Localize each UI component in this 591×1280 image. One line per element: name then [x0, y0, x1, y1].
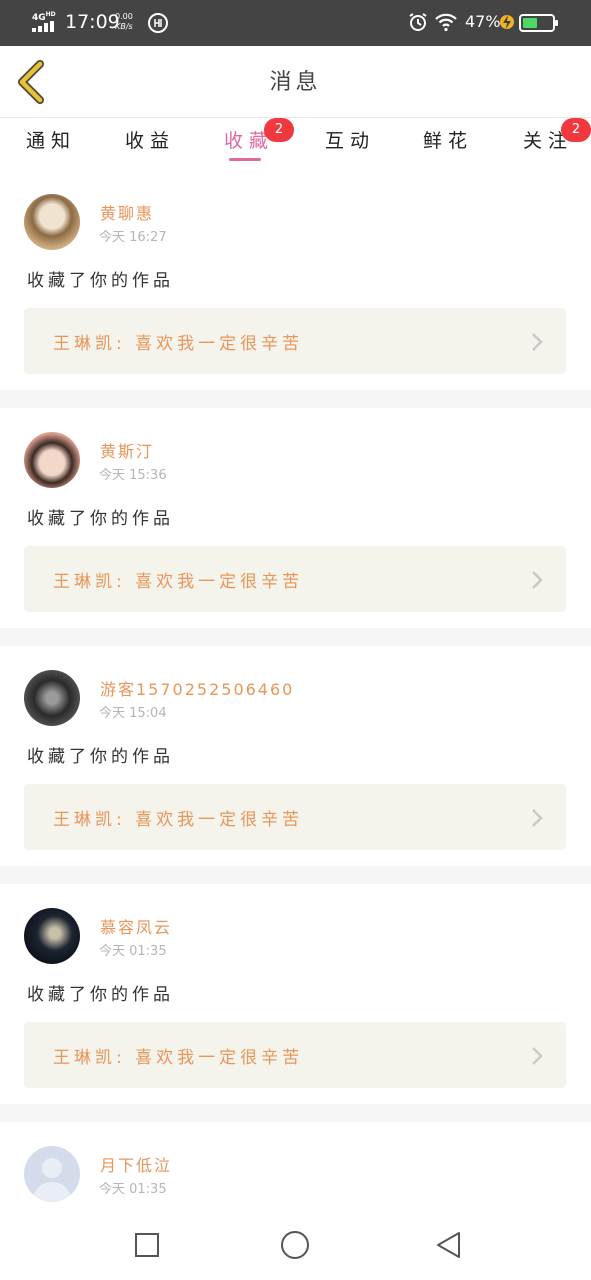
status-bar: 4GHD 17:09 0.00 KB/s 47%	[0, 0, 591, 46]
wifi-icon	[435, 13, 457, 32]
list-item: 黄聊惠 今天 16:27 收藏了你的作品 王琳凯: 喜欢我一定很辛苦	[0, 170, 591, 390]
list-item: 游客1570252506460 今天 15:04 收藏了你的作品 王琳凯: 喜欢…	[0, 646, 591, 866]
tab-follows[interactable]: 关注 2	[523, 118, 591, 153]
recent-apps-icon[interactable]	[132, 1230, 162, 1260]
user-name[interactable]: 黄斯汀	[100, 438, 154, 462]
default-avatar-icon[interactable]	[24, 1146, 80, 1202]
avatar[interactable]	[24, 432, 80, 488]
avatar[interactable]	[24, 908, 80, 964]
battery-icon	[519, 14, 558, 32]
user-name[interactable]: 黄聊惠	[100, 200, 154, 224]
charging-icon	[500, 15, 514, 29]
action-text: 收藏了你的作品	[27, 509, 174, 529]
tab-bar: 通知 收益 收藏 2 互动 鲜花 关注 2	[0, 118, 591, 170]
chevron-right-icon	[532, 1047, 543, 1065]
work-link[interactable]: 王琳凯: 喜欢我一定很辛苦	[24, 546, 566, 612]
page-title: 消息	[269, 70, 322, 95]
chevron-right-icon	[532, 809, 543, 827]
list-item: 黄斯汀 今天 15:36 收藏了你的作品 王琳凯: 喜欢我一定很辛苦	[0, 408, 591, 628]
tab-badge: 2	[561, 118, 591, 142]
header: 消息	[0, 46, 591, 118]
work-title: 王琳凯: 喜欢我一定很辛苦	[53, 572, 304, 592]
avatar[interactable]	[24, 670, 80, 726]
action-text: 收藏了你的作品	[27, 271, 174, 291]
hd-icon	[148, 13, 168, 33]
chevron-right-icon	[532, 571, 543, 589]
work-link[interactable]: 王琳凯: 喜欢我一定很辛苦	[24, 308, 566, 374]
tab-badge: 2	[264, 118, 294, 142]
timestamp: 今天 15:36	[99, 468, 167, 483]
back-triangle-icon[interactable]	[434, 1230, 464, 1260]
active-tab-indicator	[229, 158, 261, 161]
action-text: 收藏了你的作品	[27, 985, 174, 1005]
work-title: 王琳凯: 喜欢我一定很辛苦	[53, 810, 304, 830]
work-title: 王琳凯: 喜欢我一定很辛苦	[53, 334, 304, 354]
tab-notifications[interactable]: 通知	[26, 126, 76, 153]
timestamp: 今天 16:27	[99, 230, 167, 245]
user-name[interactable]: 月下低泣	[100, 1152, 172, 1176]
action-text: 收藏了你的作品	[27, 747, 174, 767]
battery-percent: 47%	[465, 12, 501, 31]
signal-icon	[32, 21, 58, 32]
system-nav-bar	[0, 1210, 591, 1280]
tab-favorites[interactable]: 收藏 2	[224, 118, 294, 153]
work-link[interactable]: 王琳凯: 喜欢我一定很辛苦	[24, 784, 566, 850]
tab-interactions[interactable]: 互动	[325, 126, 375, 153]
work-link[interactable]: 王琳凯: 喜欢我一定很辛苦	[24, 1022, 566, 1088]
timestamp: 今天 15:04	[99, 706, 167, 721]
work-title: 王琳凯: 喜欢我一定很辛苦	[53, 1048, 304, 1068]
network-speed: 0.00 KB/s	[115, 12, 133, 31]
timestamp: 今天 01:35	[99, 1182, 167, 1197]
home-icon[interactable]	[280, 1230, 310, 1260]
tab-earnings[interactable]: 收益	[125, 126, 175, 153]
alarm-icon	[409, 13, 427, 31]
avatar[interactable]	[24, 194, 80, 250]
chevron-right-icon	[532, 333, 543, 351]
timestamp: 今天 01:35	[99, 944, 167, 959]
clock: 17:09	[65, 11, 120, 33]
user-name[interactable]: 游客1570252506460	[100, 676, 294, 700]
user-name[interactable]: 慕容凤云	[100, 914, 172, 938]
list-item: 慕容凤云 今天 01:35 收藏了你的作品 王琳凯: 喜欢我一定很辛苦	[0, 884, 591, 1104]
tab-flowers[interactable]: 鲜花	[423, 126, 473, 153]
